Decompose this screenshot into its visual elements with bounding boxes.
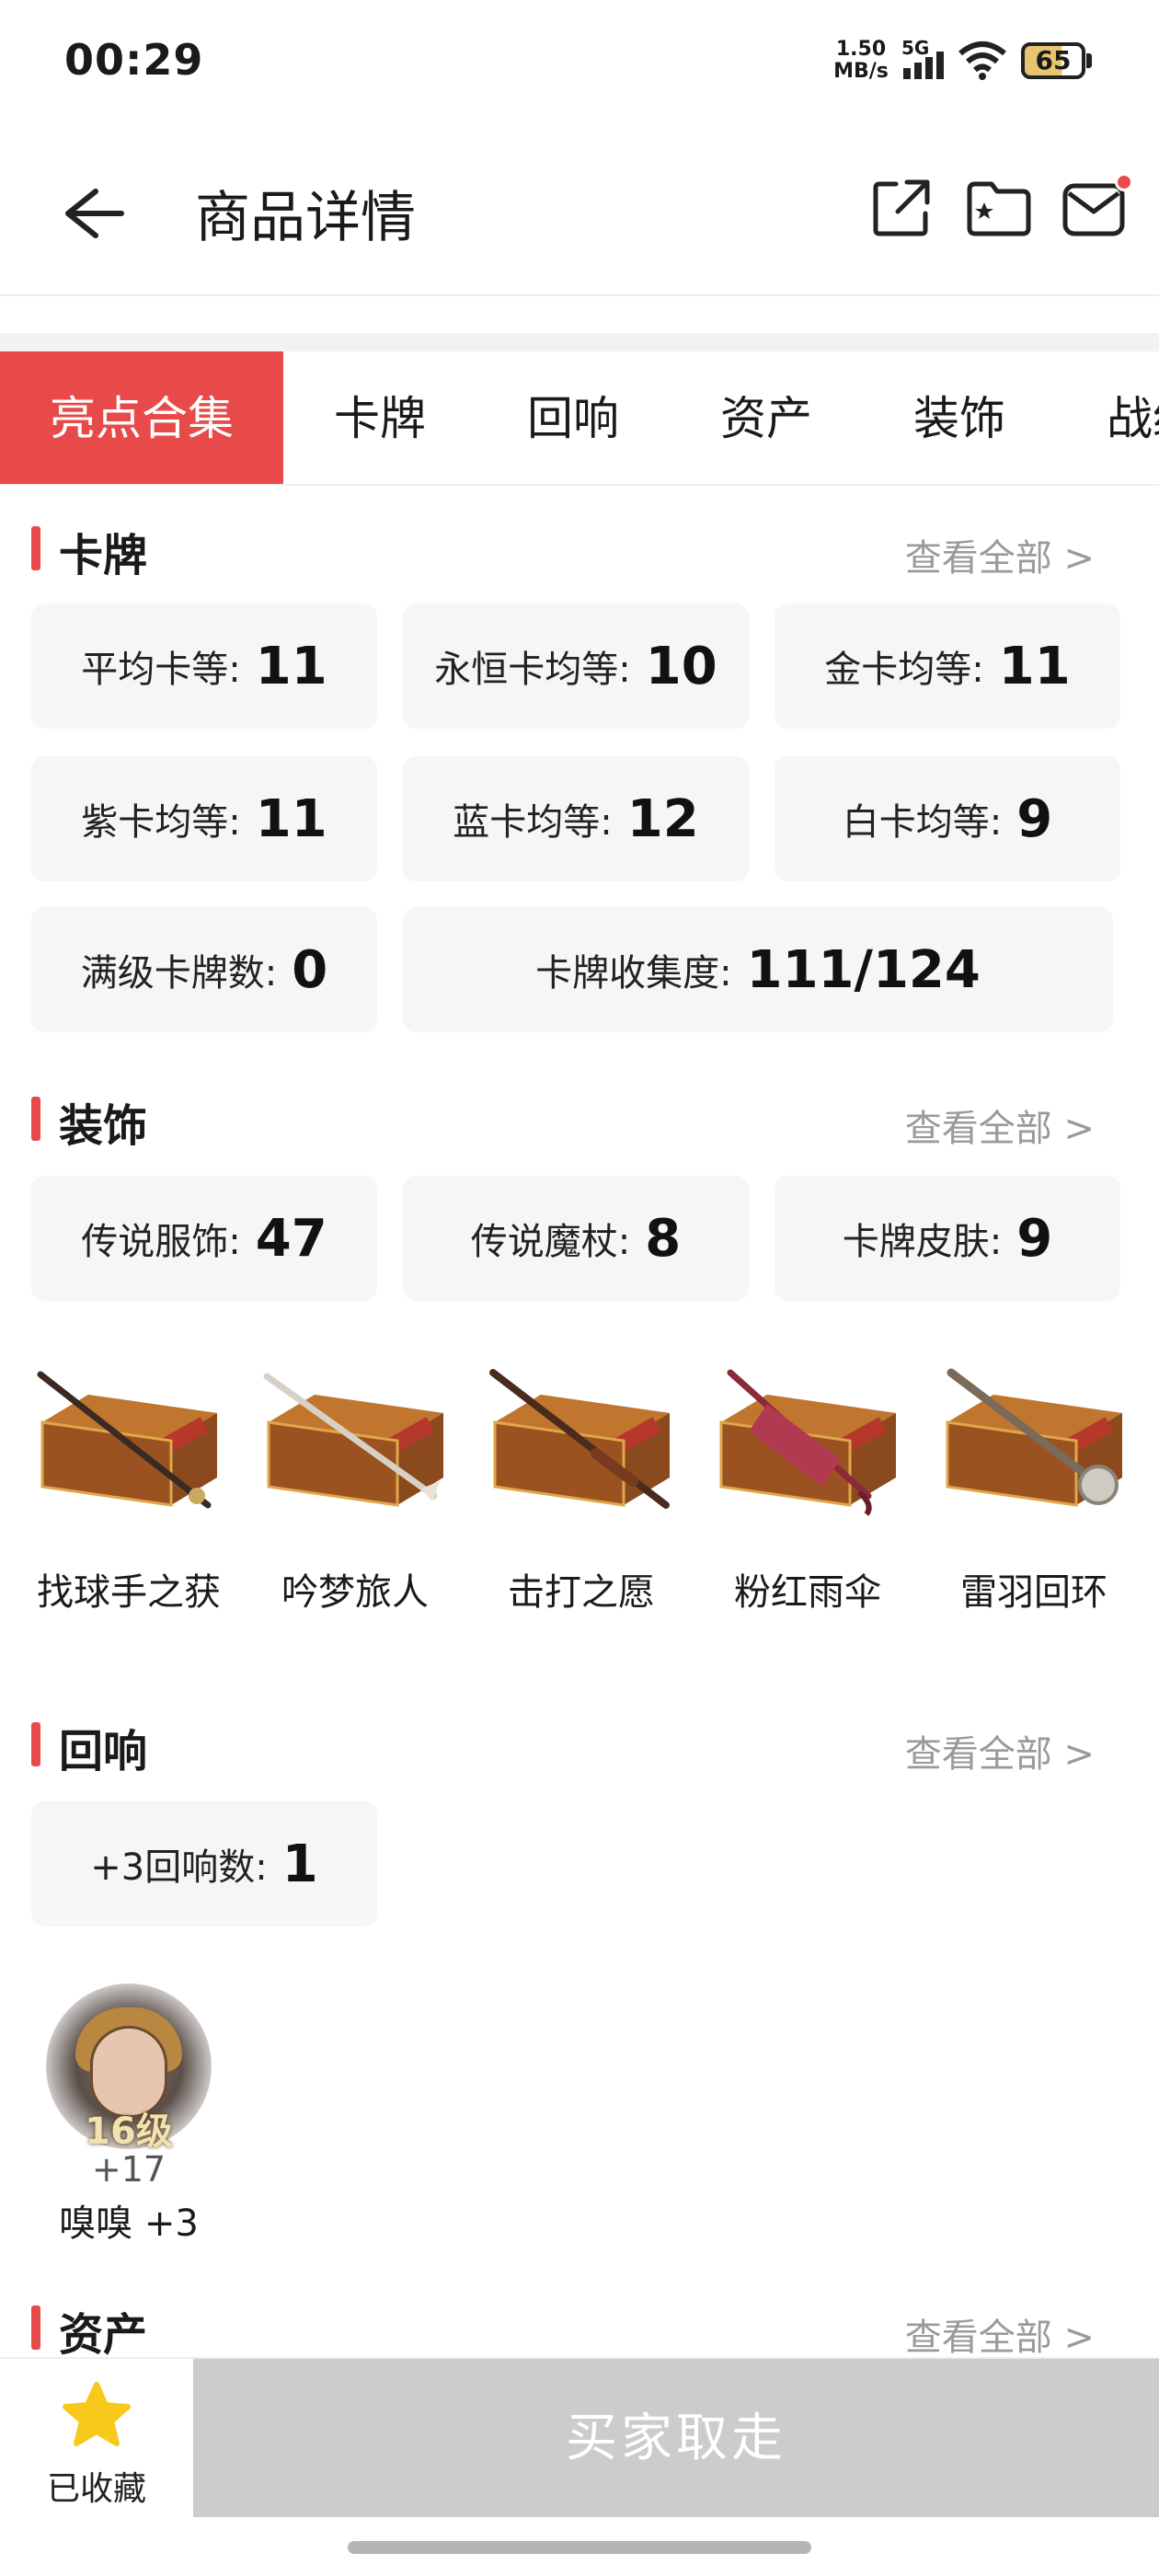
- stat-blue-card-level: 蓝卡均等: 12: [403, 756, 749, 881]
- wand-name: 粉红雨伞: [734, 1571, 881, 1614]
- stat-eternal-card-level: 永恒卡均等: 10: [403, 604, 749, 729]
- tab-record[interactable]: 战绩: [1056, 351, 1159, 484]
- status-time: 00:29: [64, 35, 204, 85]
- view-all-link[interactable]: 查看全部 >: [905, 528, 1095, 581]
- stat-purple-card-level: 紫卡均等: 11: [31, 756, 377, 881]
- wifi-icon: [958, 40, 1006, 81]
- stat-avg-card-level: 平均卡等: 11: [31, 604, 377, 729]
- wand-item[interactable]: 吟梦旅人: [254, 1367, 456, 1616]
- tab-highlights[interactable]: 亮点合集: [0, 351, 283, 484]
- stat-legend-wands: 传说魔杖: 8: [403, 1176, 749, 1301]
- echo-name: 嗅嗅 +3: [59, 2202, 199, 2245]
- echo-bonus: +17: [91, 2149, 166, 2190]
- mail-icon[interactable]: [1060, 173, 1133, 243]
- section-decor-header: 装饰 查看全部 >: [0, 1082, 1159, 1156]
- section-marker: [31, 1722, 40, 1766]
- section-assets-header: 资产 查看全部 >: [0, 2291, 1159, 2364]
- section-title: 卡牌: [59, 530, 148, 581]
- tab-decor[interactable]: 装饰: [863, 351, 1056, 484]
- back-arrow-icon[interactable]: [55, 177, 129, 250]
- wand-box-icon: [263, 1373, 443, 1507]
- wand-item[interactable]: 击打之愿: [480, 1367, 683, 1616]
- echo-item[interactable]: 16级 +17 嗅嗅 +3: [37, 1984, 230, 2245]
- bottom-action-bar: 已收藏 买家取走: [0, 2357, 1159, 2519]
- stat-card-skins: 卡牌皮肤: 9: [775, 1176, 1120, 1301]
- wand-box-icon: [946, 1368, 1122, 1507]
- wand-name: 雷羽回环: [960, 1571, 1107, 1614]
- echo-level: 16级: [85, 2110, 173, 2153]
- tab-cards[interactable]: 卡牌: [283, 351, 476, 484]
- stat-max-level-cards: 满级卡牌数: 0: [31, 907, 377, 1032]
- folder-star-icon[interactable]: [964, 175, 1034, 241]
- wand-name: 找球手之获: [37, 1571, 221, 1614]
- section-cards-header: 卡牌 查看全部 >: [0, 512, 1159, 585]
- wand-item[interactable]: 雷羽回环: [933, 1367, 1135, 1616]
- section-marker: [31, 1097, 40, 1141]
- battery-icon: 65: [1021, 42, 1093, 79]
- wand-item[interactable]: 粉红雨伞: [706, 1367, 909, 1616]
- cellular-signal-icon: 5G: [900, 37, 949, 83]
- tab-bar: 亮点合集 卡牌 回响 资产 装饰 战绩: [0, 351, 1159, 486]
- network-speed: 1.50 MB/s: [833, 38, 889, 83]
- header: 商品详情: [0, 129, 1159, 294]
- wand-box-icon: [489, 1369, 670, 1509]
- share-icon[interactable]: [868, 175, 935, 241]
- favorite-label: 已收藏: [46, 2470, 146, 2508]
- stat-echo-plus3: +3回响数: 1: [31, 1801, 377, 1926]
- section-title: 资产: [59, 2309, 148, 2361]
- view-all-link[interactable]: 查看全部 >: [905, 2307, 1095, 2361]
- stat-gold-card-level: 金卡均等: 11: [775, 604, 1120, 729]
- wand-box-icon: [37, 1371, 217, 1509]
- wand-name: 击打之愿: [508, 1571, 655, 1614]
- tab-assets[interactable]: 资产: [670, 351, 863, 484]
- section-marker: [31, 2306, 40, 2350]
- section-separator: [0, 333, 1159, 351]
- status-bar: 00:29 1.50 MB/s 5G 65: [0, 0, 1159, 129]
- section-echo-header: 回响 查看全部 >: [0, 1708, 1159, 1781]
- favorite-button[interactable]: 已收藏: [0, 2359, 193, 2519]
- wand-item[interactable]: 找球手之获: [28, 1367, 230, 1616]
- notification-dot: [1115, 173, 1133, 191]
- section-title: 回响: [59, 1726, 148, 1777]
- wand-name: 吟梦旅人: [281, 1571, 429, 1614]
- stat-legend-outfits: 传说服饰: 47: [31, 1176, 377, 1301]
- wand-box-icon: [719, 1369, 896, 1516]
- home-indicator[interactable]: [348, 2541, 811, 2554]
- star-icon: [63, 2382, 131, 2446]
- stat-white-card-level: 白卡均等: 9: [775, 756, 1120, 881]
- gesture-bar: [0, 2517, 1159, 2576]
- view-all-link[interactable]: 查看全部 >: [905, 1098, 1095, 1152]
- buy-button[interactable]: 买家取走: [193, 2359, 1159, 2519]
- page-title: 商品详情: [195, 186, 416, 250]
- header-divider: [0, 294, 1159, 296]
- section-marker: [31, 526, 40, 570]
- view-all-link[interactable]: 查看全部 >: [905, 1724, 1095, 1777]
- tab-echo[interactable]: 回响: [476, 351, 670, 484]
- section-title: 装饰: [59, 1100, 148, 1152]
- stat-card-collection: 卡牌收集度: 111/124: [403, 907, 1113, 1032]
